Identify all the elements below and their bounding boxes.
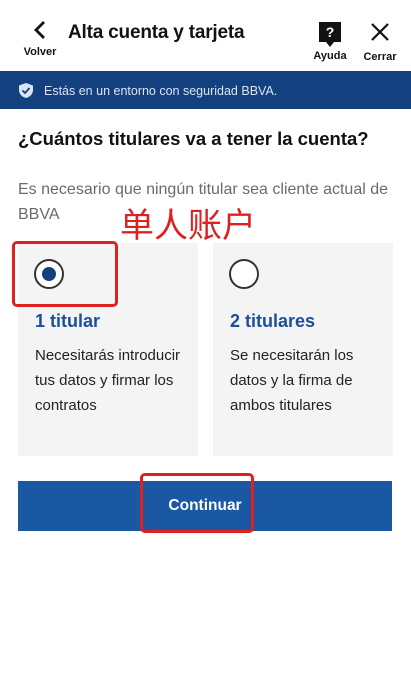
annotation-highlight-button: [140, 473, 254, 533]
help-label: Ayuda: [313, 50, 347, 62]
top-bar: Volver Alta cuenta y tarjeta ? Ayuda Cer…: [0, 0, 411, 70]
page-title: Alta cuenta y tarjeta: [68, 22, 245, 43]
back-button[interactable]: Volver: [14, 20, 66, 66]
option-title: 2 titulares: [230, 311, 316, 331]
help-icon: ?: [319, 22, 341, 47]
security-banner: Estás en un entorno con seguridad BBVA.: [0, 71, 411, 109]
holders-question: ¿Cuántos titulares va a tener la cuenta?: [18, 128, 369, 149]
close-label: Cerrar: [363, 51, 397, 63]
option-description: Se necesitarán los datos y la firma de a…: [230, 347, 354, 414]
close-button[interactable]: Cerrar: [360, 22, 400, 63]
back-label: Volver: [23, 46, 57, 58]
radio-two-holders[interactable]: [229, 259, 259, 289]
option-two-holders[interactable]: 2 titulares Se necesitarán los datos y l…: [213, 243, 393, 456]
shield-icon: [18, 82, 34, 102]
help-button[interactable]: ? Ayuda: [310, 22, 350, 62]
option-title: 1 titular: [35, 311, 101, 331]
close-icon: [370, 23, 390, 46]
security-banner-text: Estás en un entorno con seguridad BBVA.: [44, 84, 278, 98]
annotation-highlight-radio: [12, 241, 118, 307]
back-arrow-icon: [14, 20, 66, 40]
annotation-label: 单人账户: [120, 206, 256, 246]
option-description: Necesitarás introducir tus datos y firma…: [35, 347, 181, 414]
